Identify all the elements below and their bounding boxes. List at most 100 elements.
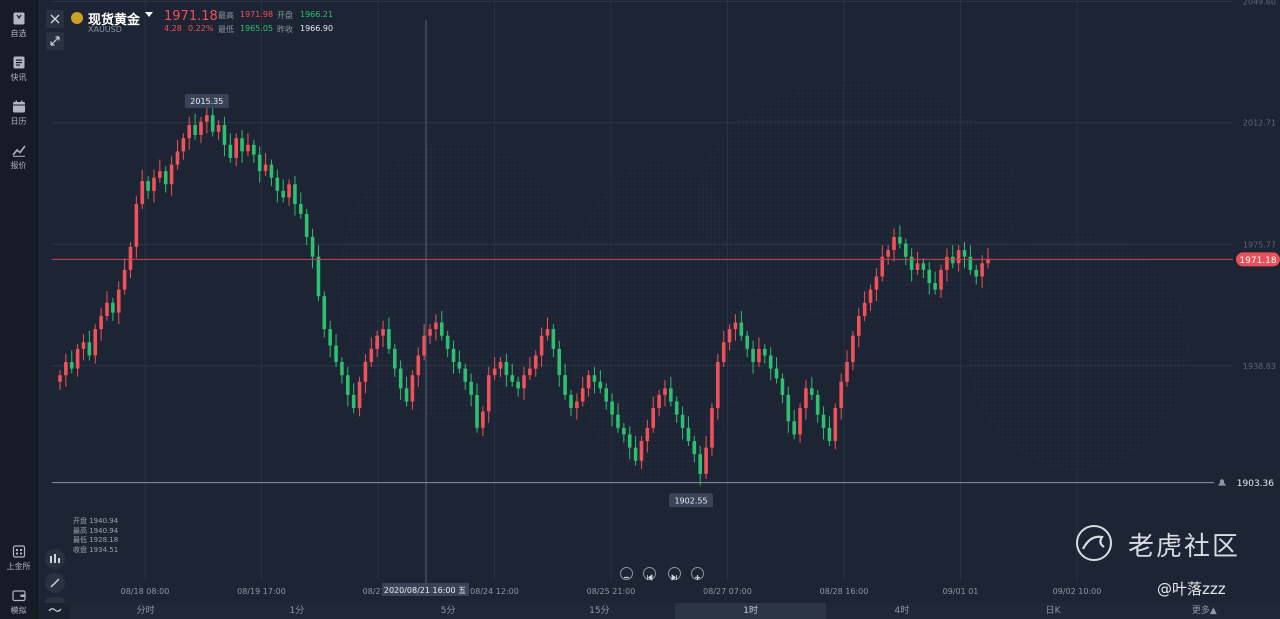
scroll-start-button[interactable] [643, 567, 656, 581]
calendar-icon [12, 100, 25, 113]
candle-body [633, 447, 638, 461]
candle-body [815, 394, 820, 415]
sidebar-item-label: 报价 [10, 161, 27, 170]
open-value: 1966.21 [300, 10, 334, 19]
candle-body [651, 408, 656, 428]
candlestick-chart[interactable]: 2049.60 2012.71 1975.77 1938.83 08/18 08:00 0… [38, 0, 1280, 603]
candle-body [780, 378, 785, 395]
candle-body [563, 375, 567, 395]
candle-body [751, 348, 755, 363]
skip-back-icon [647, 574, 653, 581]
candle-body [81, 342, 86, 349]
candle-body [216, 125, 221, 132]
candle-body [439, 322, 444, 336]
timeframe-tab[interactable]: 4时 [826, 603, 977, 619]
candle-body [351, 394, 356, 409]
candle-body [257, 154, 262, 172]
candle-body [921, 263, 926, 270]
candle-body [116, 289, 121, 313]
map-texture [698, 80, 1018, 320]
sidebar-item-watchlist[interactable]: 自选 [0, 12, 37, 38]
draw-tool-button[interactable] [45, 573, 65, 593]
minus-icon [624, 576, 629, 579]
crosshair-time-label: 2020/08/21 16:00 五 [384, 586, 466, 595]
collapse-button[interactable] [46, 32, 64, 50]
low-value: 1965.05 [240, 24, 274, 33]
open-label: 开盘 [277, 11, 293, 20]
timeframe-tab[interactable]: 分时 [70, 603, 221, 619]
candle-body [892, 236, 896, 251]
sidebar-item-exchange[interactable]: 上金所 [0, 545, 37, 571]
candle-body [962, 250, 967, 257]
candle-body [193, 125, 197, 135]
candle-body [481, 411, 485, 428]
x-axis-tick-label: 08/27 07:00 [703, 587, 752, 596]
candle-body [669, 388, 673, 402]
timeframe-tab[interactable]: 5分 [373, 603, 524, 619]
chevron-down-icon[interactable] [145, 12, 153, 17]
sidebar-item-news[interactable]: 快讯 [0, 56, 37, 82]
candle-body [457, 362, 462, 369]
candle-body [757, 348, 761, 363]
candle-body [569, 394, 573, 409]
candle-body [868, 289, 873, 303]
sidebar-item-quotes[interactable]: 报价 [0, 144, 37, 170]
sidebar: 自选 快讯 日历 报价 上金所 模拟 [0, 0, 38, 619]
timeframe-tab[interactable]: 1分 [221, 603, 372, 619]
candle-body [504, 362, 509, 376]
candle-body [510, 375, 515, 382]
candle-body [169, 164, 174, 185]
candle-body [622, 427, 626, 435]
candle-body [745, 335, 749, 349]
timeframe-tab[interactable]: 更多▲ [1129, 603, 1280, 619]
close-button[interactable] [46, 10, 64, 28]
alert-price-label: 1903.36 [1237, 479, 1274, 489]
x-axis-tick-label: 09/01 01 [943, 587, 979, 596]
wave-tool-button[interactable] [45, 597, 65, 612]
candle-body [322, 296, 327, 330]
y-axis-tick-label: 1975.77 [1243, 240, 1276, 249]
news-icon [13, 56, 24, 69]
candle-body [58, 375, 62, 382]
x-axis-tick-label: 09/02 10:00 [1053, 587, 1102, 596]
candle-body [310, 236, 315, 257]
zoom-out-button[interactable] [620, 567, 633, 580]
sidebar-item-label: 模拟 [10, 606, 27, 615]
price-change-pct: 0.22% [188, 24, 214, 33]
scroll-end-button[interactable] [668, 567, 681, 581]
candle-body [451, 348, 456, 363]
candle-body [105, 302, 109, 316]
candle-body [557, 348, 562, 376]
candle-body [598, 381, 603, 389]
candle-body [792, 421, 796, 435]
sidebar-item-simulation[interactable]: 模拟 [0, 589, 37, 615]
candle-body [240, 138, 244, 152]
candle-body [64, 362, 68, 376]
candle-body [827, 427, 832, 442]
timeframe-tab[interactable]: 15分 [524, 603, 675, 619]
candle-body [704, 447, 708, 474]
current-price-label: 1971.18 [1239, 256, 1276, 266]
candle-body [680, 414, 685, 428]
timeframe-tab[interactable]: 日K [978, 603, 1129, 619]
candle-body [111, 302, 115, 313]
candle-body [422, 335, 426, 356]
sidebar-item-calendar[interactable]: 日历 [0, 100, 37, 126]
candle-body [445, 335, 450, 349]
gold-coin-icon [71, 12, 83, 24]
candle-body [874, 276, 879, 290]
candle-body [69, 362, 74, 369]
plus-icon [695, 575, 700, 580]
trend-line-icon [11, 145, 26, 157]
candle-body [539, 335, 544, 356]
candle-body [158, 171, 162, 178]
candle-body [974, 269, 979, 277]
timeframe-tab[interactable]: 1时 [675, 603, 827, 619]
indicator-tool-button[interactable] [45, 549, 65, 569]
candle-body [287, 184, 291, 198]
watermark-brand: 老虎社区 [1128, 532, 1241, 562]
chart-area[interactable]: 2049.60 2012.71 1975.77 1938.83 08/18 08:00 0… [38, 0, 1280, 603]
skip-forward-icon [671, 574, 677, 581]
tiger-logo-icon [1076, 525, 1112, 561]
zoom-in-button[interactable] [691, 567, 704, 580]
